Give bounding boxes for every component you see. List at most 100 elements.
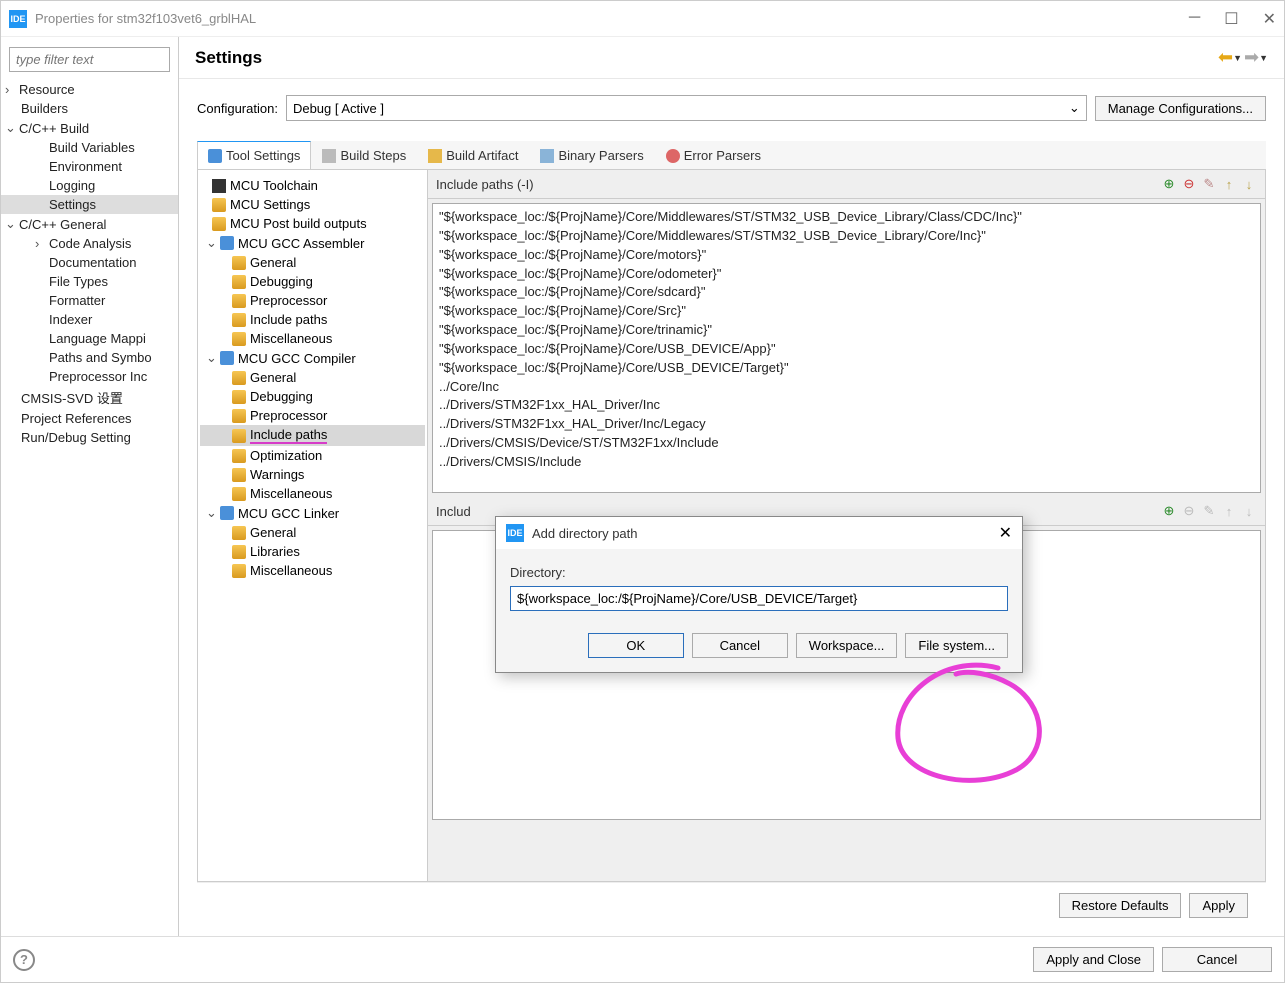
tool-post-build[interactable]: MCU Post build outputs: [200, 214, 425, 233]
help-button[interactable]: ?: [13, 949, 35, 971]
configuration-combo[interactable]: Debug [ Active ]⌄: [286, 95, 1087, 121]
dialog-cancel-button[interactable]: Cancel: [692, 633, 788, 658]
asm-include-paths[interactable]: Include paths: [200, 310, 425, 329]
move-up-button-2[interactable]: ↑: [1221, 503, 1237, 519]
tab-build-steps[interactable]: Build Steps: [311, 141, 417, 169]
tree-buildvars[interactable]: Build Variables: [1, 138, 178, 157]
add-button-2[interactable]: ⊕: [1161, 503, 1177, 519]
tab-error-parsers[interactable]: Error Parsers: [655, 141, 772, 169]
manage-configurations-button[interactable]: Manage Configurations...: [1095, 96, 1266, 121]
tree-settings[interactable]: Settings: [1, 195, 178, 214]
include-path-item[interactable]: "${workspace_loc:/${ProjName}/Core/USB_D…: [439, 359, 1254, 378]
delete-button[interactable]: ⊖: [1181, 176, 1197, 192]
include-path-item[interactable]: "${workspace_loc:/${ProjName}/Core/Middl…: [439, 227, 1254, 246]
include-path-item[interactable]: ../Drivers/CMSIS/Include: [439, 453, 1254, 472]
nav-back-icon[interactable]: ⬅: [1218, 47, 1233, 68]
tree-formatter[interactable]: Formatter: [1, 291, 178, 310]
tree-cmsis[interactable]: CMSIS-SVD 设置: [1, 386, 178, 409]
cc-include-paths[interactable]: Include paths: [200, 425, 425, 446]
tab-binary-parsers[interactable]: Binary Parsers: [529, 141, 654, 169]
tree-logging[interactable]: Logging: [1, 176, 178, 195]
tree-projrefs[interactable]: Project References: [1, 409, 178, 428]
ok-button[interactable]: OK: [588, 633, 684, 658]
cc-general[interactable]: General: [200, 368, 425, 387]
workspace-button[interactable]: Workspace...: [796, 633, 898, 658]
nav-back-menu[interactable]: ▼: [1233, 53, 1242, 63]
filter-input[interactable]: [9, 47, 170, 72]
tree-resource[interactable]: ›Resource: [1, 80, 178, 99]
ld-general[interactable]: General: [200, 523, 425, 542]
include-path-item[interactable]: "${workspace_loc:/${ProjName}/Core/USB_D…: [439, 340, 1254, 359]
include-path-item[interactable]: ../Drivers/CMSIS/Device/ST/STM32F1xx/Inc…: [439, 434, 1254, 453]
gear-icon: [220, 351, 234, 365]
tree-ccbuild[interactable]: ⌄C/C++ Build: [1, 118, 178, 138]
tool-compiler[interactable]: ⌄MCU GCC Compiler: [200, 348, 425, 368]
cc-debugging[interactable]: Debugging: [200, 387, 425, 406]
include-path-item[interactable]: "${workspace_loc:/${ProjName}/Core/Src}": [439, 302, 1254, 321]
tool-assembler[interactable]: ⌄MCU GCC Assembler: [200, 233, 425, 253]
move-up-button[interactable]: ↑: [1221, 176, 1237, 192]
move-down-button-2[interactable]: ↓: [1241, 503, 1257, 519]
tree-ccgeneral[interactable]: ⌄C/C++ General: [1, 214, 178, 234]
nav-forward-icon[interactable]: ➡: [1244, 47, 1259, 68]
edit-icon: ✎: [1204, 503, 1215, 519]
include-path-item[interactable]: "${workspace_loc:/${ProjName}/Core/Middl…: [439, 208, 1254, 227]
asm-preprocessor[interactable]: Preprocessor: [200, 291, 425, 310]
tool-mcu-settings[interactable]: MCU Settings: [200, 195, 425, 214]
tool-toolchain[interactable]: MCU Toolchain: [200, 176, 425, 195]
tree-filetypes[interactable]: File Types: [1, 272, 178, 291]
delete-button-2[interactable]: ⊖: [1181, 503, 1197, 519]
cc-preprocessor[interactable]: Preprocessor: [200, 406, 425, 425]
include-path-item[interactable]: "${workspace_loc:/${ProjName}/Core/trina…: [439, 321, 1254, 340]
include-path-item[interactable]: ../Core/Inc: [439, 378, 1254, 397]
tree-rundebug[interactable]: Run/Debug Setting: [1, 428, 178, 447]
tool-linker[interactable]: ⌄MCU GCC Linker: [200, 503, 425, 523]
dialog-close-button[interactable]: ✕: [999, 523, 1012, 543]
directory-label: Directory:: [510, 565, 1008, 580]
include-path-item[interactable]: ../Drivers/STM32F1xx_HAL_Driver/Inc: [439, 396, 1254, 415]
tree-indexer[interactable]: Indexer: [1, 310, 178, 329]
tree-preproc[interactable]: Preprocessor Inc: [1, 367, 178, 386]
tab-tool-settings[interactable]: Tool Settings: [197, 141, 311, 169]
include-path-item[interactable]: "${workspace_loc:/${ProjName}/Core/sdcar…: [439, 283, 1254, 302]
directory-input[interactable]: [510, 586, 1008, 611]
nav-forward-menu[interactable]: ▼: [1259, 53, 1268, 63]
edit-button-2[interactable]: ✎: [1201, 503, 1217, 519]
asm-misc[interactable]: Miscellaneous: [200, 329, 425, 348]
restore-defaults-button[interactable]: Restore Defaults: [1059, 893, 1182, 918]
folder-icon: [232, 429, 246, 443]
tree-codeanalysis[interactable]: ›Code Analysis: [1, 234, 178, 253]
asm-general[interactable]: General: [200, 253, 425, 272]
include-path-item[interactable]: ../Drivers/STM32F1xx_HAL_Driver/Inc/Lega…: [439, 415, 1254, 434]
folder-icon: [232, 487, 246, 501]
minimize-button[interactable]: ─: [1189, 9, 1200, 29]
maximize-button[interactable]: ☐: [1224, 9, 1238, 29]
cancel-button[interactable]: Cancel: [1162, 947, 1272, 972]
include-path-item[interactable]: "${workspace_loc:/${ProjName}/Core/motor…: [439, 246, 1254, 265]
ld-misc[interactable]: Miscellaneous: [200, 561, 425, 580]
edit-button[interactable]: ✎: [1201, 176, 1217, 192]
tree-environment[interactable]: Environment: [1, 157, 178, 176]
apply-button[interactable]: Apply: [1189, 893, 1248, 918]
tab-build-artifact[interactable]: Build Artifact: [417, 141, 529, 169]
cc-warnings[interactable]: Warnings: [200, 465, 425, 484]
cc-optimization[interactable]: Optimization: [200, 446, 425, 465]
folder-icon: [232, 449, 246, 463]
tree-paths[interactable]: Paths and Symbo: [1, 348, 178, 367]
tree-langmap[interactable]: Language Mappi: [1, 329, 178, 348]
file-system-button[interactable]: File system...: [905, 633, 1008, 658]
cc-misc[interactable]: Miscellaneous: [200, 484, 425, 503]
tree-documentation[interactable]: Documentation: [1, 253, 178, 272]
ld-libraries[interactable]: Libraries: [200, 542, 425, 561]
add-button[interactable]: ⊕: [1161, 176, 1177, 192]
gear-icon: [220, 236, 234, 250]
apply-and-close-button[interactable]: Apply and Close: [1033, 947, 1154, 972]
folder-icon: [232, 294, 246, 308]
move-down-button[interactable]: ↓: [1241, 176, 1257, 192]
titlebar: IDE Properties for stm32f103vet6_grblHAL…: [1, 1, 1284, 37]
include-path-item[interactable]: "${workspace_loc:/${ProjName}/Core/odome…: [439, 265, 1254, 284]
tree-builders[interactable]: Builders: [1, 99, 178, 118]
close-button[interactable]: ✕: [1263, 9, 1276, 29]
asm-debugging[interactable]: Debugging: [200, 272, 425, 291]
include-paths-list[interactable]: "${workspace_loc:/${ProjName}/Core/Middl…: [432, 203, 1261, 493]
